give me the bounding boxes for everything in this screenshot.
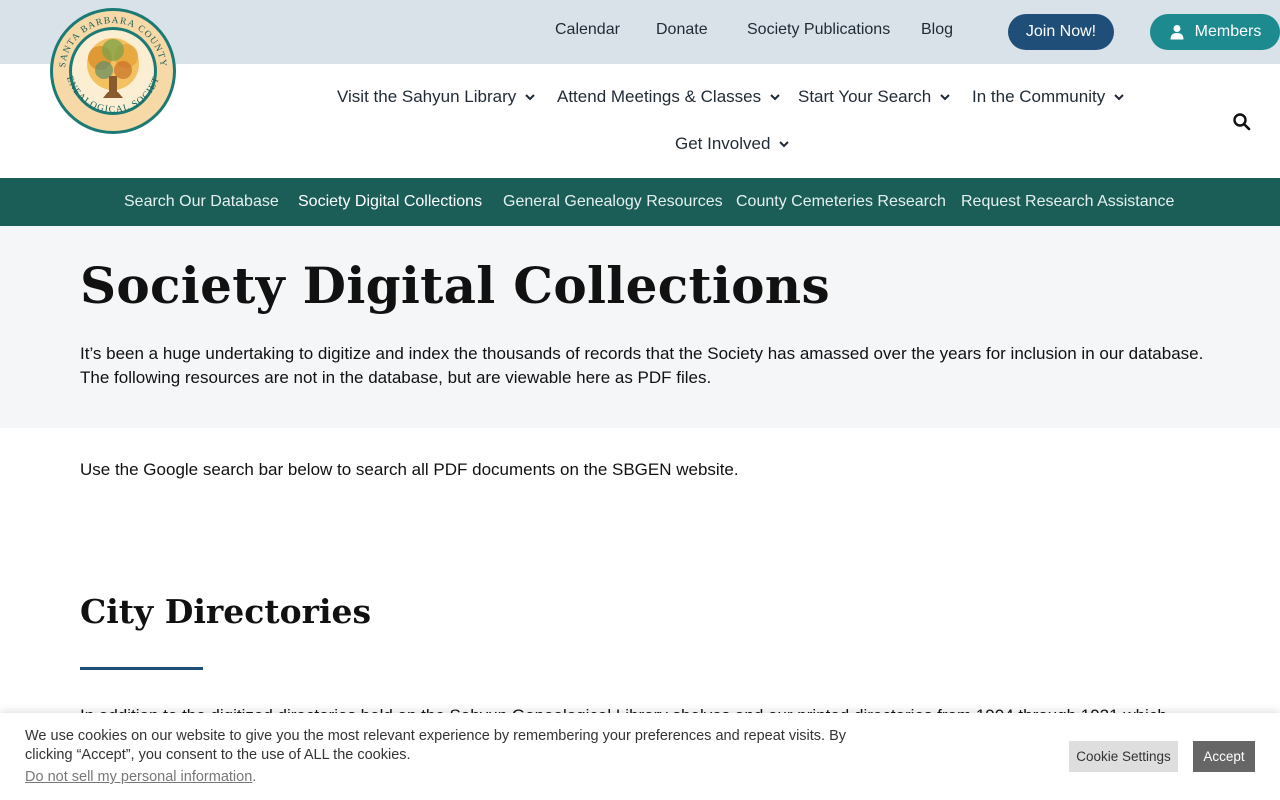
top-utility-bar: Calendar Donate Society Publications Blo… (0, 0, 1280, 64)
cookie-message: We use cookies on our website to give yo… (25, 728, 847, 763)
society-logo[interactable]: SANTA BARBARA COUNTY GENEALOGICAL SOCIET… (44, 0, 178, 136)
search-note: Use the Google search bar below to searc… (80, 460, 739, 479)
chevron-down-icon (525, 94, 535, 101)
cookie-accept-button[interactable]: Accept (1193, 741, 1255, 772)
intro-paragraph: It’s been a huge undertaking to digitize… (80, 344, 1204, 387)
tree-emblem-icon: SANTA BARBARA COUNTY GENEALOGICAL SOCIET… (44, 0, 176, 134)
nav-item-sahyun-library[interactable]: Visit the Sahyun Library (337, 87, 536, 107)
section-title-city-directories: City Directories (80, 592, 372, 631)
chevron-down-icon (1114, 94, 1124, 101)
subnav-item-search-database[interactable]: Search Our Database (124, 193, 279, 211)
members-button[interactable]: Members (1150, 14, 1280, 50)
cookie-banner: We use cookies on our website to give yo… (0, 713, 1280, 800)
nav-item-label: Visit the Sahyun Library (337, 87, 517, 106)
topbar-link-publications[interactable]: Society Publications (747, 21, 890, 39)
cookie-accept-label: Accept (1203, 749, 1245, 764)
section-divider (80, 667, 203, 670)
join-now-button[interactable]: Join Now! (1008, 14, 1114, 50)
topbar-link-blog[interactable]: Blog (921, 21, 953, 39)
chevron-down-icon (779, 141, 790, 148)
subnav-item-research-assistance[interactable]: Request Research Assistance (961, 193, 1174, 211)
subnav-item-cemeteries-research[interactable]: County Cemeteries Research (736, 193, 946, 211)
members-label: Members (1194, 23, 1262, 40)
nav-item-get-involved[interactable]: Get Involved (675, 134, 790, 154)
topbar-link-calendar[interactable]: Calendar (555, 21, 620, 39)
chevron-down-icon (770, 94, 780, 101)
topbar-link-donate[interactable]: Donate (656, 21, 708, 39)
user-icon (1170, 25, 1184, 40)
chevron-down-icon (940, 94, 950, 101)
cookie-settings-button[interactable]: Cookie Settings (1069, 741, 1178, 772)
nav-item-label: Start Your Search (798, 87, 932, 106)
do-not-sell-suffix: . (252, 769, 257, 785)
cookie-settings-label: Cookie Settings (1076, 749, 1171, 764)
join-now-label: Join Now! (1025, 23, 1097, 40)
nav-item-label: Get Involved (675, 134, 771, 153)
do-not-sell-link[interactable]: Do not sell my personal information (25, 769, 252, 785)
subnav-item-digital-collections[interactable]: Society Digital Collections (298, 193, 482, 211)
nav-item-community[interactable]: In the Community (972, 87, 1125, 107)
nav-item-start-search[interactable]: Start Your Search (798, 87, 951, 107)
nav-item-label: In the Community (972, 87, 1106, 106)
sub-navigation: Search Our Database Society Digital Coll… (0, 178, 1280, 226)
nav-item-meetings-classes[interactable]: Attend Meetings & Classes (557, 87, 781, 107)
subnav-item-genealogy-resources[interactable]: General Genealogy Resources (503, 193, 723, 211)
nav-item-label: Attend Meetings & Classes (557, 87, 762, 106)
page-title: Society Digital Collections (80, 256, 830, 315)
search-icon[interactable] (1232, 112, 1252, 132)
do-not-sell-row: Do not sell my personal information. (25, 769, 256, 785)
